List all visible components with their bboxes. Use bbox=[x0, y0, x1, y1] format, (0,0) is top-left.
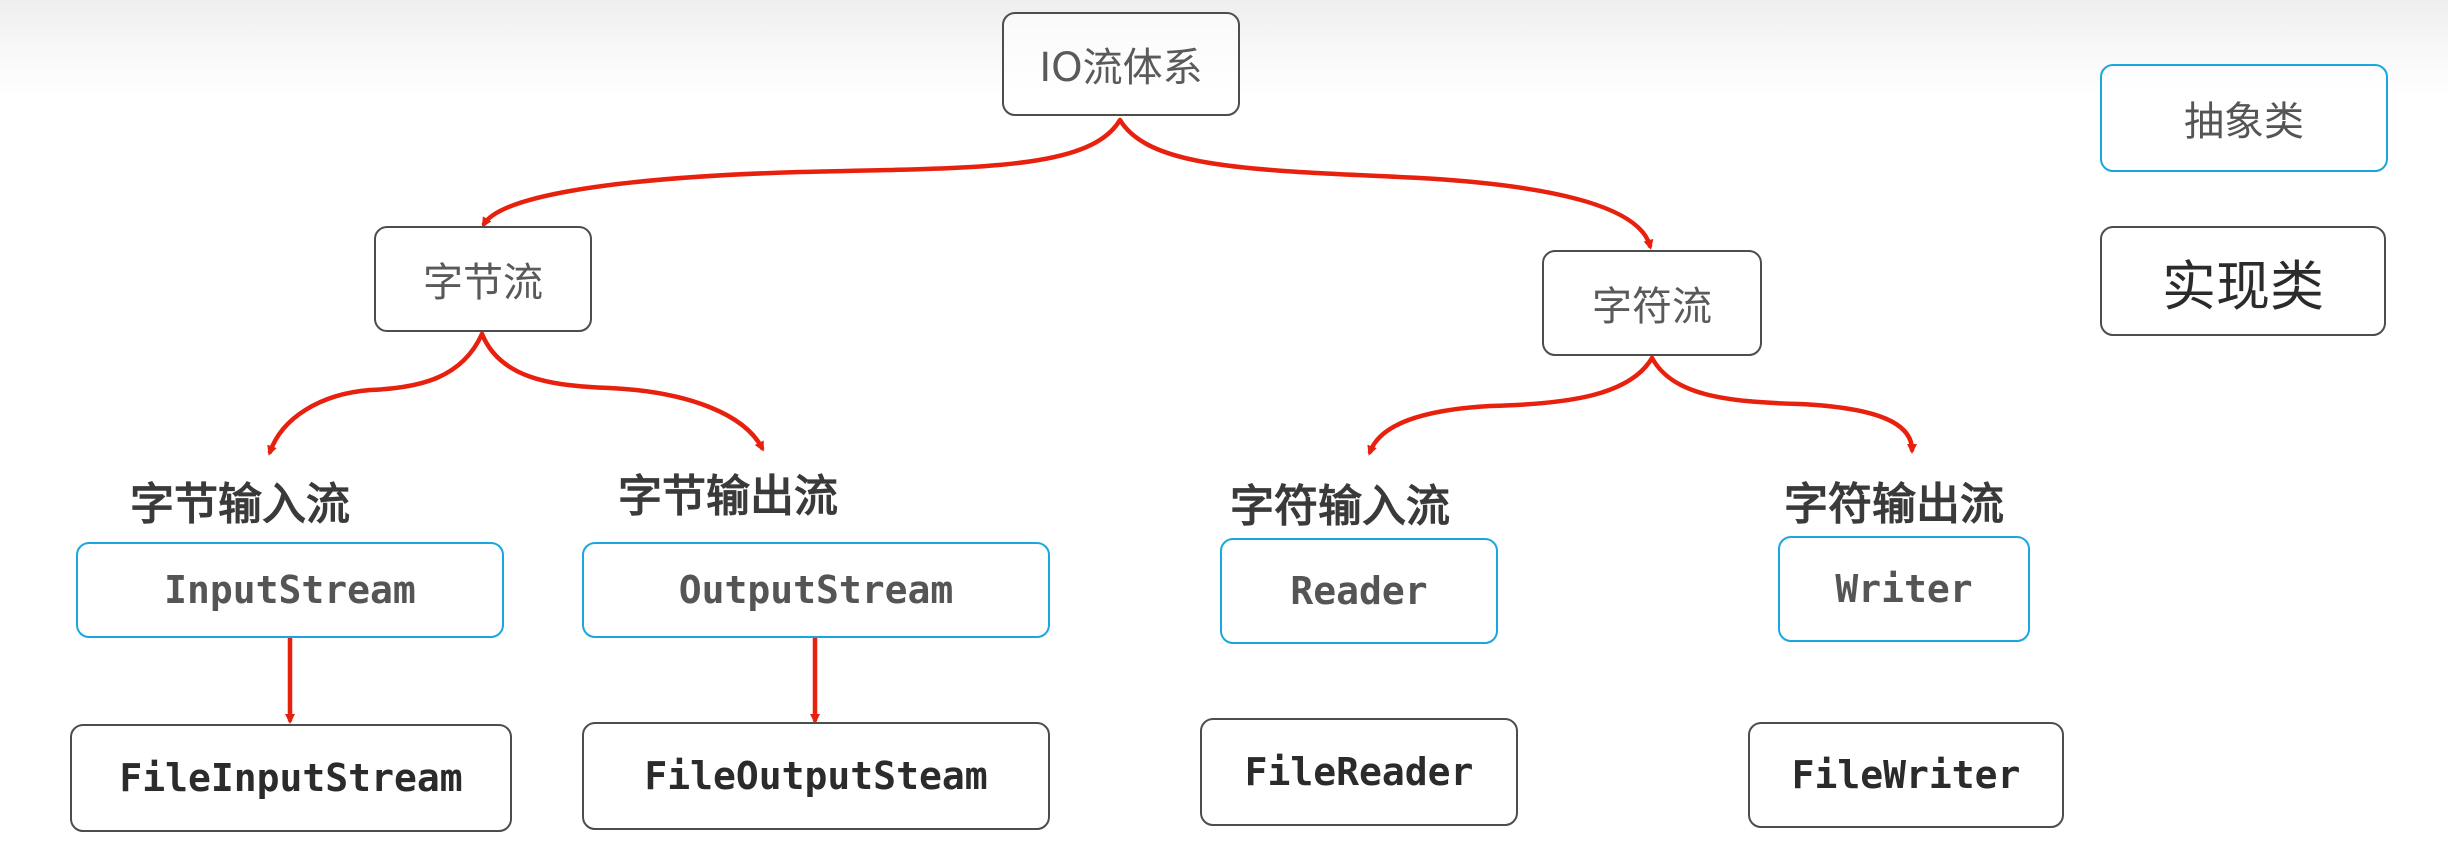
fileoutputsteam-label: FileOutputSteam bbox=[644, 754, 988, 798]
char-stream-label: 字符流 bbox=[1592, 284, 1712, 330]
byte-stream-label: 字节流 bbox=[423, 260, 543, 306]
byte-input-label: 字节输入流 bbox=[130, 479, 350, 530]
fileinputstream-node: FileInputStream bbox=[70, 724, 512, 832]
filereader-node: FileReader bbox=[1200, 718, 1518, 826]
writer-node: Writer bbox=[1778, 536, 2030, 642]
inputstream-node: InputStream bbox=[76, 542, 504, 638]
filereader-label: FileReader bbox=[1244, 750, 1474, 794]
byte-stream-node: 字节流 bbox=[374, 226, 592, 332]
legend-impl-class: 实现类 bbox=[2100, 226, 2386, 336]
outputstream-label: OutputStream bbox=[678, 568, 954, 612]
reader-node: Reader bbox=[1220, 538, 1498, 644]
filewriter-label: FileWriter bbox=[1791, 753, 2021, 797]
edge-byte-stream-to-byte-output bbox=[479, 331, 765, 452]
char-stream-node: 字符流 bbox=[1542, 250, 1762, 356]
edge-char-stream-to-char-input bbox=[1367, 355, 1655, 456]
byte-output-label: 字节输出流 bbox=[618, 471, 838, 522]
outputstream-node: OutputStream bbox=[582, 542, 1050, 638]
edge-char-stream-to-char-output bbox=[1649, 355, 1917, 454]
char-output-label: 字符输出流 bbox=[1784, 479, 2004, 530]
filewriter-node: FileWriter bbox=[1748, 722, 2064, 828]
legend-abstract-class: 抽象类 bbox=[2100, 64, 2388, 172]
inputstream-label: InputStream bbox=[164, 568, 416, 612]
char-input-label: 字符输入流 bbox=[1230, 481, 1450, 532]
edge-root-to-byte-stream bbox=[481, 117, 1123, 228]
edge-root-to-char-stream bbox=[1117, 117, 1654, 250]
edge-byte-stream-to-byte-input bbox=[267, 331, 485, 456]
legend-abstract-label: 抽象类 bbox=[2184, 99, 2304, 145]
root-node-label: IO流体系 bbox=[1039, 45, 1203, 91]
legend-impl-label: 实现类 bbox=[2162, 254, 2324, 318]
reader-label: Reader bbox=[1290, 569, 1428, 613]
writer-label: Writer bbox=[1835, 567, 1973, 611]
fileinputstream-label: FileInputStream bbox=[119, 756, 463, 800]
root-node: IO流体系 bbox=[1002, 12, 1240, 116]
fileoutputsteam-node: FileOutputSteam bbox=[582, 722, 1050, 830]
